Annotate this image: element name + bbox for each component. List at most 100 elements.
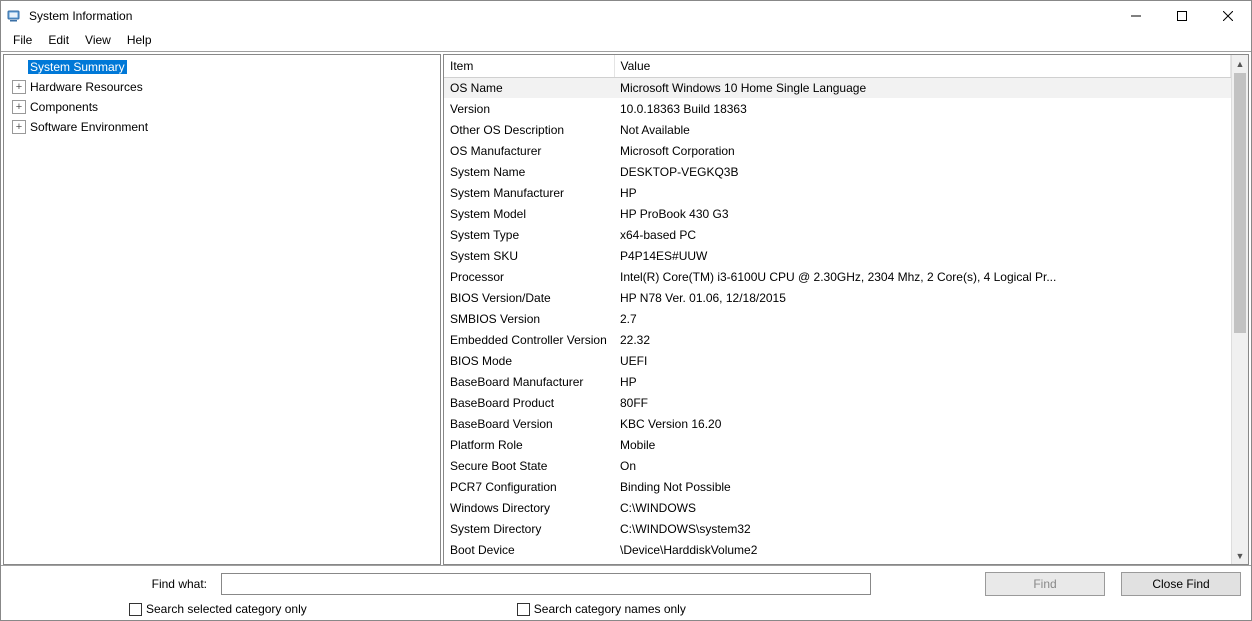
maximize-button[interactable] <box>1159 1 1205 31</box>
cell-value: Intel(R) Core(TM) i3-6100U CPU @ 2.30GHz… <box>614 266 1231 287</box>
title-bar: System Information <box>1 1 1251 31</box>
table-row[interactable]: System SKUP4P14ES#UUW <box>444 245 1231 266</box>
table-row[interactable]: BIOS Version/DateHP N78 Ver. 01.06, 12/1… <box>444 287 1231 308</box>
checkbox-box <box>129 603 142 616</box>
table-row[interactable]: BaseBoard VersionKBC Version 16.20 <box>444 413 1231 434</box>
cell-item: System Type <box>444 224 614 245</box>
cell-item: Other OS Description <box>444 119 614 140</box>
table-row[interactable]: Boot Device\Device\HarddiskVolume2 <box>444 539 1231 560</box>
column-header-value[interactable]: Value <box>614 55 1231 77</box>
cell-item: Platform Role <box>444 434 614 455</box>
app-window: System Information File Edit View Help S… <box>0 0 1252 621</box>
details-table-wrap: Item Value OS NameMicrosoft Windows 10 H… <box>444 55 1231 564</box>
cell-value: 80FF <box>614 392 1231 413</box>
details-pane: Item Value OS NameMicrosoft Windows 10 H… <box>443 54 1249 565</box>
table-row[interactable]: System DirectoryC:\WINDOWS\system32 <box>444 518 1231 539</box>
cell-value: HP <box>614 371 1231 392</box>
table-row[interactable]: Other OS Description Not Available <box>444 119 1231 140</box>
minimize-button[interactable] <box>1113 1 1159 31</box>
tree-label: Hardware Resources <box>28 80 143 94</box>
tree-item-software-environment[interactable]: + Software Environment <box>8 117 440 137</box>
table-row[interactable]: Embedded Controller Version22.32 <box>444 329 1231 350</box>
category-tree[interactable]: System Summary + Hardware Resources + Co… <box>3 54 441 565</box>
table-row[interactable]: PCR7 ConfigurationBinding Not Possible <box>444 476 1231 497</box>
cell-value: C:\WINDOWS\system32 <box>614 518 1231 539</box>
tree-expand-icon[interactable]: + <box>12 80 26 94</box>
find-what-label: Find what: <box>11 577 211 591</box>
tree-expand-icon[interactable]: + <box>12 100 26 114</box>
cell-value: DESKTOP-VEGKQ3B <box>614 161 1231 182</box>
cell-item: PCR7 Configuration <box>444 476 614 497</box>
cell-value: C:\WINDOWS <box>614 497 1231 518</box>
tree-item-system-summary[interactable]: System Summary <box>8 57 440 77</box>
cell-item: Processor <box>444 266 614 287</box>
cell-value: \Device\HarddiskVolume2 <box>614 539 1231 560</box>
find-what-input[interactable] <box>221 573 871 595</box>
table-row[interactable]: Platform RoleMobile <box>444 434 1231 455</box>
cell-value: Microsoft Corporation <box>614 140 1231 161</box>
scroll-thumb[interactable] <box>1234 73 1246 333</box>
table-row[interactable]: SMBIOS Version2.7 <box>444 308 1231 329</box>
find-bar: Find what: Find Close Find Search select… <box>1 565 1251 620</box>
cell-value: Binding Not Possible <box>614 476 1231 497</box>
search-category-names-checkbox[interactable]: Search category names only <box>517 602 686 616</box>
table-row[interactable]: Secure Boot StateOn <box>444 455 1231 476</box>
menu-edit[interactable]: Edit <box>40 31 77 49</box>
cell-value: 2.7 <box>614 308 1231 329</box>
table-row[interactable]: OS NameMicrosoft Windows 10 Home Single … <box>444 77 1231 98</box>
cell-item: Version <box>444 98 614 119</box>
menu-bar: File Edit View Help <box>1 31 1251 51</box>
tree-item-components[interactable]: + Components <box>8 97 440 117</box>
cell-value: Microsoft Windows 10 Home Single Languag… <box>614 77 1231 98</box>
vertical-scrollbar[interactable]: ▲ ▼ <box>1231 55 1248 564</box>
scroll-up-arrow[interactable]: ▲ <box>1232 55 1248 72</box>
tree-expand-blank <box>12 60 26 74</box>
cell-item: OS Manufacturer <box>444 140 614 161</box>
cell-item: Windows Directory <box>444 497 614 518</box>
cell-value: On <box>614 455 1231 476</box>
find-button[interactable]: Find <box>985 572 1105 596</box>
close-find-button[interactable]: Close Find <box>1121 572 1241 596</box>
cell-item: System Name <box>444 161 614 182</box>
scroll-down-arrow[interactable]: ▼ <box>1232 547 1248 564</box>
cell-item: System SKU <box>444 245 614 266</box>
menu-file[interactable]: File <box>5 31 40 49</box>
table-row[interactable]: System ManufacturerHP <box>444 182 1231 203</box>
main-content: System Summary + Hardware Resources + Co… <box>1 51 1251 565</box>
cell-item: BaseBoard Product <box>444 392 614 413</box>
table-row[interactable]: OS ManufacturerMicrosoft Corporation <box>444 140 1231 161</box>
checkbox-label: Search category names only <box>534 602 686 616</box>
table-row[interactable]: BaseBoard Product80FF <box>444 392 1231 413</box>
tree-item-hardware-resources[interactable]: + Hardware Resources <box>8 77 440 97</box>
menu-help[interactable]: Help <box>119 31 160 49</box>
table-row[interactable]: System ModelHP ProBook 430 G3 <box>444 203 1231 224</box>
cell-item: System Manufacturer <box>444 182 614 203</box>
table-row[interactable]: BaseBoard ManufacturerHP <box>444 371 1231 392</box>
cell-value: HP <box>614 182 1231 203</box>
cell-item: System Directory <box>444 518 614 539</box>
cell-value: KBC Version 16.20 <box>614 413 1231 434</box>
table-row[interactable]: BIOS ModeUEFI <box>444 350 1231 371</box>
checkbox-label: Search selected category only <box>146 602 307 616</box>
table-row[interactable]: Windows DirectoryC:\WINDOWS <box>444 497 1231 518</box>
cell-value: 22.32 <box>614 329 1231 350</box>
table-row[interactable]: ProcessorIntel(R) Core(TM) i3-6100U CPU … <box>444 266 1231 287</box>
tree-label: Software Environment <box>28 120 148 134</box>
table-row[interactable]: System Typex64-based PC <box>444 224 1231 245</box>
app-icon <box>7 8 23 24</box>
cell-item: BIOS Version/Date <box>444 287 614 308</box>
checkbox-box <box>517 603 530 616</box>
close-button[interactable] <box>1205 1 1251 31</box>
column-header-item[interactable]: Item <box>444 55 614 77</box>
cell-item: BIOS Mode <box>444 350 614 371</box>
table-row[interactable]: System NameDESKTOP-VEGKQ3B <box>444 161 1231 182</box>
tree-expand-icon[interactable]: + <box>12 120 26 134</box>
search-selected-category-checkbox[interactable]: Search selected category only <box>129 602 307 616</box>
window-title: System Information <box>29 9 132 23</box>
menu-view[interactable]: View <box>77 31 119 49</box>
cell-item: System Model <box>444 203 614 224</box>
cell-item: Embedded Controller Version <box>444 329 614 350</box>
tree-label: Components <box>28 100 98 114</box>
cell-item: Boot Device <box>444 539 614 560</box>
table-row[interactable]: Version10.0.18363 Build 18363 <box>444 98 1231 119</box>
